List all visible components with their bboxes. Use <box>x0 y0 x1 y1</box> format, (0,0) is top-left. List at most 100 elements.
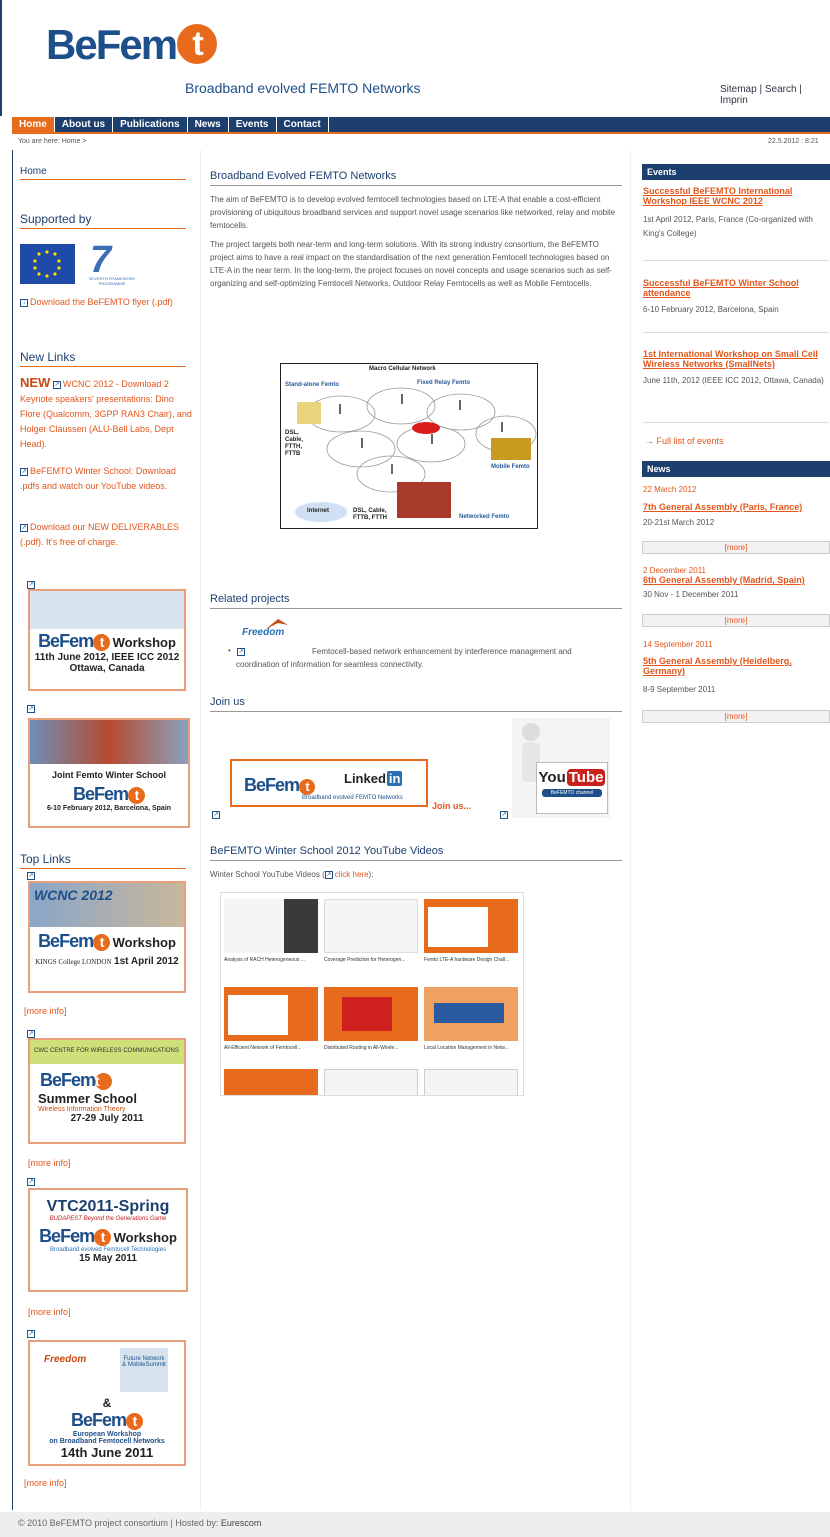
external-link-icon[interactable]: ↗ <box>212 811 220 819</box>
nav-contact[interactable]: Contact <box>277 117 329 132</box>
divider <box>643 422 829 423</box>
banner-wcnc-workshop[interactable]: WCNC 2012 BeFem t Workshop KINGS College … <box>28 881 186 993</box>
video-thumbnail[interactable] <box>424 987 518 1041</box>
more-news-button[interactable]: [more] <box>642 541 830 554</box>
nav-events[interactable]: Events <box>229 117 277 132</box>
left-home-link[interactable]: Home <box>20 166 186 180</box>
join-us-link[interactable]: Join us... <box>432 801 471 811</box>
video-thumbnail[interactable] <box>224 899 318 953</box>
befemto-logo[interactable]: BeFem t <box>46 20 218 70</box>
video-thumbnail[interactable] <box>324 1069 418 1095</box>
external-link-icon[interactable]: ↗ <box>500 811 508 819</box>
cwc-logo: CWC CENTRE FOR WIRELESS COMMUNICATIONS <box>30 1040 184 1064</box>
click-here-link[interactable]: click here <box>335 870 369 879</box>
nav-about-us[interactable]: About us <box>55 117 114 132</box>
freedom-logo[interactable]: Freedom <box>228 617 308 643</box>
new-links-heading: New Links <box>20 350 186 367</box>
more-info-link[interactable]: [more info] <box>28 1307 71 1317</box>
more-info-link[interactable]: [more info] <box>24 1006 67 1016</box>
event-link[interactable]: Successful BeFEMTO Winter School attenda… <box>643 278 829 298</box>
more-info-link[interactable]: [more info] <box>24 1478 67 1488</box>
vtc-logo: VTC2011-Spring <box>46 1198 170 1215</box>
arrow-right-icon: → <box>645 436 657 446</box>
more-news-button[interactable]: [more] <box>642 710 830 723</box>
video-title[interactable]: Femto LTE-A hardware Design Chall... <box>424 957 518 963</box>
top-links[interactable]: Sitemap | Search | Imprin <box>720 84 830 106</box>
related-project-description: Femtocell-based network enhancement by i… <box>236 647 572 669</box>
banner-winter-school[interactable]: Joint Femto Winter School BeFem t 6-10 Fe… <box>28 718 190 828</box>
video-title[interactable]: All-Efficient Network of Femtocell... <box>224 1045 318 1051</box>
eu-flag <box>20 244 75 284</box>
network-diagram: Macro Cellular Network Stand-alone Femto… <box>280 363 538 529</box>
external-link-icon[interactable]: ↗ <box>27 581 35 589</box>
youtube-banner[interactable]: You Tube BeFEMTO channel <box>512 718 610 818</box>
video-thumbnail[interactable] <box>424 899 518 953</box>
external-link-icon: ↗ <box>20 467 28 476</box>
top-links-heading: Top Links <box>20 852 186 869</box>
linkedin-logo: Linked in <box>344 771 403 786</box>
event-link[interactable]: Successful BeFEMTO International Worksho… <box>643 186 829 206</box>
new-link-wcnc[interactable]: NEW ↗ WCNC 2012 - Download 2 Keynote spea… <box>20 375 192 452</box>
external-link-icon[interactable]: ↗ <box>27 1330 35 1338</box>
video-thumbnail[interactable] <box>424 1069 518 1095</box>
event-text: 6-10 February 2012, Barcelona, Spain <box>643 305 779 314</box>
nav-home[interactable]: Home <box>12 117 55 132</box>
project-paragraph: The project targets both near-term and l… <box>210 240 612 288</box>
supported-by-heading: Supported by <box>20 212 186 229</box>
related-projects-heading: Related projects <box>210 593 622 609</box>
video-thumbnail[interactable] <box>224 1069 318 1095</box>
fp7-logo: 7 SEVENTH FRAMEWORK PROGRAMME <box>82 238 142 286</box>
video-thumbnail[interactable] <box>324 899 418 953</box>
event-link[interactable]: 1st International Workshop on Small Cell… <box>643 349 829 369</box>
video-title[interactable]: Local Location Management in Netw... <box>424 1045 518 1051</box>
freedom-bird-icon <box>266 619 288 629</box>
befemto-logo: BeFemt <box>71 1410 144 1430</box>
more-info-link[interactable]: [more info] <box>28 1158 71 1168</box>
external-link-icon[interactable]: ↗ <box>27 705 35 713</box>
new-link-deliverables[interactable]: ↗ Download our NEW DELIVERABLES (.pdf). I… <box>20 520 192 550</box>
news-link[interactable]: 5th General Assembly (Heidelberg, German… <box>643 656 829 676</box>
news-text: 30 Nov - 1 December 2011 <box>643 590 739 599</box>
divider <box>643 260 829 261</box>
news-link[interactable]: 6th General Assembly (Madrid, Spain) <box>643 575 829 585</box>
befemto-logo: BeFemt <box>73 784 146 804</box>
video-thumbnail[interactable] <box>224 987 318 1041</box>
nav-publications[interactable]: Publications <box>113 117 188 132</box>
flyer-download-link[interactable]: ↓ Download the BeFEMTO flyer (.pdf) <box>20 295 192 310</box>
external-link-icon: ↗ <box>20 523 28 532</box>
external-link-icon[interactable]: ↗ <box>27 1030 35 1038</box>
banner-summer-school[interactable]: CWC CENTRE FOR WIRELESS COMMUNICATIONS B… <box>28 1038 186 1144</box>
new-badge: NEW <box>20 375 51 390</box>
befemto-logo: BeFemt <box>39 1226 112 1246</box>
video-title[interactable]: Coverage Prediction for Heterogen... <box>324 957 418 963</box>
eurescom-link[interactable]: Eurescom <box>221 1518 262 1528</box>
news-link[interactable]: 7th General Assembly (Paris, France) <box>643 502 829 512</box>
news-text: 8-9 September 2011 <box>643 685 716 694</box>
column-divider <box>200 150 201 1510</box>
youtube-video-grid[interactable]: Analysis of RACH Heterogeneous ... Cover… <box>220 892 524 1096</box>
tagline: Broadband evolved FEMTO Networks <box>185 80 421 96</box>
youtube-videos-heading: BeFEMTO Winter School 2012 YouTube Video… <box>210 845 622 861</box>
banner-european-workshop[interactable]: Freedom Future Network & MobileSummit & … <box>28 1340 186 1466</box>
barcelona-image <box>30 720 188 764</box>
news-date: 2 December 2011 <box>643 566 706 575</box>
video-thumbnail[interactable] <box>324 987 418 1041</box>
new-link-winter-school[interactable]: ↗ BeFEMTO Winter School: Download .pdfs a… <box>20 464 192 494</box>
more-news-button[interactable]: [more] <box>642 614 830 627</box>
news-header: News <box>642 461 830 477</box>
befemto-logo: BeFemt <box>244 775 316 796</box>
external-link-icon[interactable]: ↗ <box>27 872 35 880</box>
banner-header-image <box>30 591 184 629</box>
footer: © 2010 BeFEMTO project consortium | Host… <box>0 1512 830 1537</box>
banner-icc-workshop[interactable]: BeFem t Workshop 11th June 2012, IEEE ICC… <box>28 589 186 691</box>
freedom-future-network-logos: Freedom Future Network & MobileSummit <box>30 1342 184 1396</box>
banner-vtc-workshop[interactable]: VTC2011-Spring BUDAPEST Beyond the Gener… <box>28 1188 188 1292</box>
intro-paragraph: The aim of BeFEMTO is to develop evolved… <box>210 195 616 230</box>
full-list-events-link[interactable]: → Full list of events <box>645 436 724 446</box>
news-date: 14 September 2011 <box>643 640 713 649</box>
video-title[interactable]: Distributed Routing in All-Wirele... <box>324 1045 418 1051</box>
video-title[interactable]: Analysis of RACH Heterogeneous ... <box>224 957 318 963</box>
nav-news[interactable]: News <box>188 117 229 132</box>
linkedin-banner[interactable]: BeFem t Linked in Broadband evolved FEMTO … <box>230 759 428 807</box>
external-link-icon[interactable]: ↗ <box>27 1178 35 1186</box>
